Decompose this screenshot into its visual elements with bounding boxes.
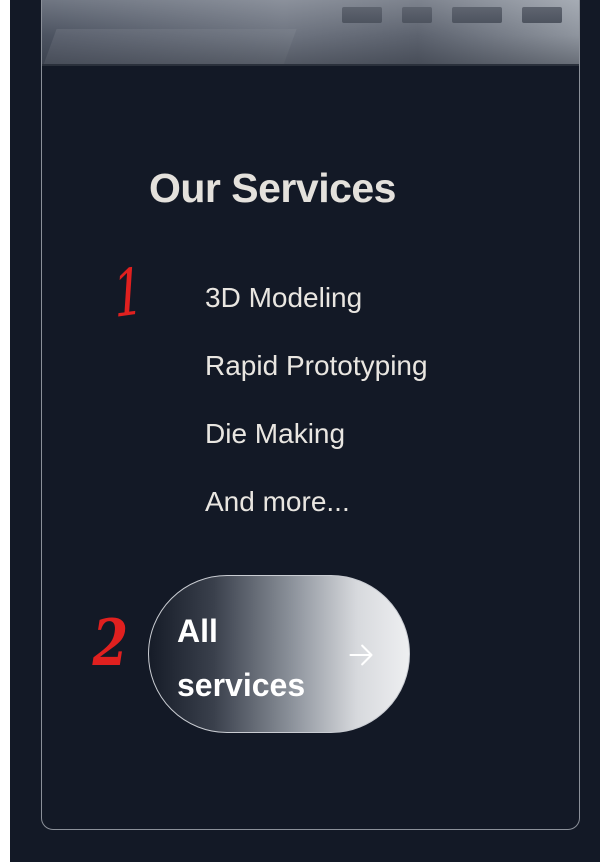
services-list: 3D Modeling Rapid Prototyping Die Making… — [205, 280, 428, 552]
all-services-button[interactable]: All services — [148, 575, 410, 733]
services-panel: Our Services 3D Modeling Rapid Prototypi… — [10, 0, 600, 862]
service-item[interactable]: Die Making — [205, 416, 428, 484]
section-title: Our Services — [149, 165, 397, 211]
annotation-marker-2: 2 — [92, 606, 129, 681]
hero-image — [42, 0, 579, 66]
service-item[interactable]: And more... — [205, 484, 428, 552]
annotation-marker-1: 1 — [110, 255, 147, 333]
service-item[interactable]: 3D Modeling — [205, 280, 428, 348]
arrow-right-icon — [349, 644, 373, 666]
service-item[interactable]: Rapid Prototyping — [205, 348, 428, 416]
all-services-label: All services — [177, 613, 306, 703]
